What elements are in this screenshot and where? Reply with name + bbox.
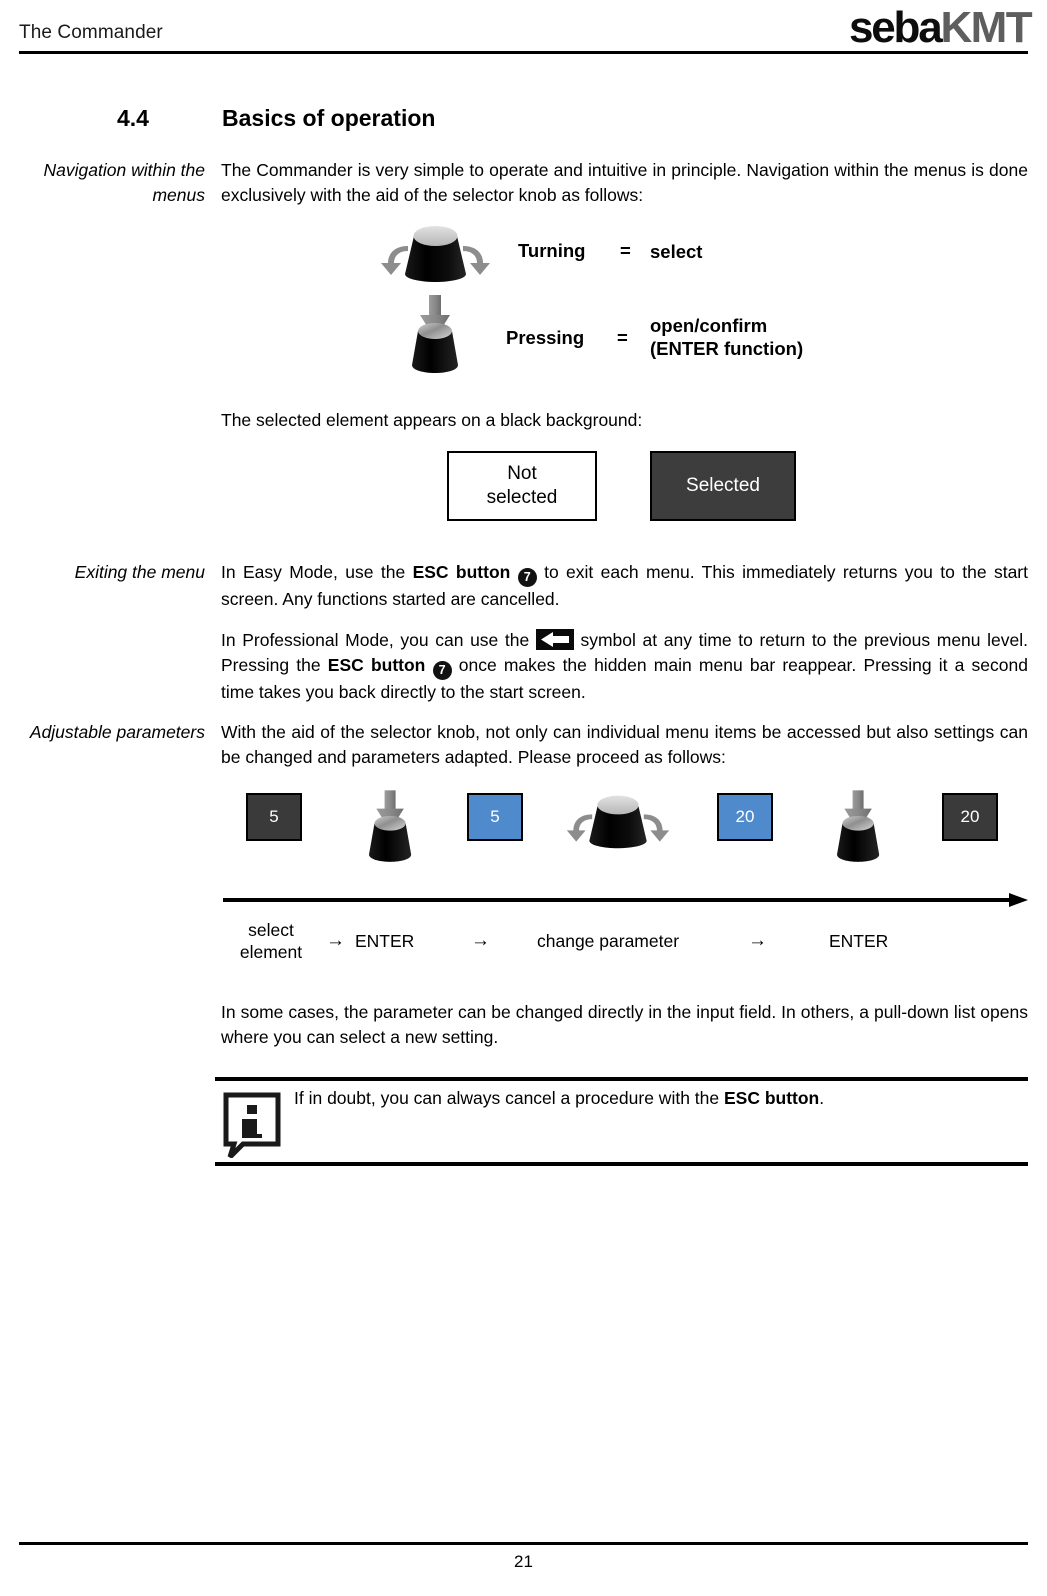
- parameters-closing-paragraph: In some cases, the parameter can be chan…: [221, 1002, 1028, 1047]
- navigation-paragraph: The Commander is very simple to operate …: [221, 160, 1028, 205]
- section-heading: 4.4 Basics of operation: [117, 105, 917, 132]
- selected-box: Selected: [650, 451, 796, 521]
- note-text-bold: ESC button: [723, 1088, 820, 1108]
- pressing-label: Pressing: [506, 327, 585, 348]
- pressing-value-line2: (ENTER function): [650, 338, 804, 359]
- flow-step-label-1: select element: [232, 919, 310, 963]
- flow-arrow-char-3: →: [748, 930, 767, 951]
- note-text: If in doubt, you can always cancel a pro…: [294, 1086, 1024, 1111]
- easy-mode-paragraph: In Easy Mode, use the ESC button 7 to ex…: [221, 560, 1028, 612]
- note-text-part1: If in doubt, you can always cancel a pro…: [294, 1088, 724, 1108]
- logo-seba-text: seba: [848, 3, 943, 52]
- margin-note-exiting: Exiting the menu: [74, 562, 205, 582]
- flow-box-1-dark: 5: [246, 793, 302, 841]
- flow-step-label-2: ENTER: [355, 931, 415, 951]
- margin-note-navigation: Navigation within the menus: [43, 160, 205, 205]
- not-selected-line1: Not: [507, 463, 537, 484]
- flow-axis-line: [223, 898, 1013, 902]
- not-selected-line2: selected: [486, 487, 558, 508]
- note-text-part2: .: [819, 1088, 825, 1108]
- turning-label: Turning: [518, 240, 586, 261]
- flow-press-knob-1: [369, 790, 412, 862]
- selection-intro-paragraph: The selected element appears on a black …: [221, 410, 643, 430]
- turning-knob-illustration: [381, 226, 490, 282]
- section-number: 4.4: [117, 105, 149, 131]
- pressing-equals-sign: =: [617, 327, 628, 348]
- flow-box-2-blue: 5: [467, 793, 523, 841]
- easy-mode-esc-bold: ESC button: [412, 562, 511, 582]
- parameters-paragraph: With the aid of the selector knob, not o…: [221, 722, 1028, 767]
- esc-key-badge-icon-2: 7: [432, 661, 452, 680]
- turning-value: select: [650, 241, 703, 262]
- not-selected-box: Not selected: [447, 451, 597, 521]
- pro-mode-esc-bold: ESC button: [327, 655, 426, 675]
- pro-mode-text-part1: In Professional Mode, you can use the: [221, 630, 536, 650]
- page-header: The Commander sebaKMT: [0, 0, 1047, 54]
- esc-key-badge-icon: 7: [517, 568, 537, 587]
- flow-arrow-char-1: →: [326, 930, 345, 951]
- section-title: Basics of operation: [222, 105, 436, 131]
- flow-press-knob-2: [837, 790, 880, 862]
- flow-step-1-line1: select: [248, 920, 294, 940]
- pressing-value: open/confirm (ENTER function): [650, 314, 803, 360]
- flow-step-label-3: change parameter: [537, 931, 680, 951]
- header-divider: [19, 51, 1028, 54]
- note-divider-bottom: [215, 1162, 1028, 1166]
- logo-kmt-text: KMT: [940, 3, 1032, 52]
- pressing-value-line1: open/confirm: [650, 315, 768, 336]
- turning-equals-sign: =: [620, 240, 631, 261]
- flow-box-3-blue: 20: [717, 793, 773, 841]
- margin-note-parameters: Adjustable parameters: [29, 722, 205, 742]
- note-divider-top: [215, 1077, 1028, 1081]
- page-header-title: The Commander: [19, 22, 163, 43]
- professional-mode-paragraph: In Professional Mode, you can use the sy…: [221, 628, 1028, 705]
- pressing-knob-illustration: [412, 295, 458, 373]
- flow-step-label-4: ENTER: [829, 931, 889, 951]
- flow-turn-knob: [566, 795, 670, 849]
- footer-divider: [19, 1542, 1028, 1545]
- company-logo: sebaKMT: [848, 3, 1033, 52]
- easy-mode-text-part1: In Easy Mode, use the: [221, 562, 413, 582]
- flow-box-4-dark: 20: [942, 793, 998, 841]
- back-arrow-icon: [535, 629, 574, 650]
- flow-axis-arrow: [223, 893, 1028, 907]
- info-icon: [223, 1092, 281, 1158]
- flow-axis-arrowhead-icon: [1009, 893, 1028, 907]
- flow-step-1-line2: element: [239, 942, 303, 962]
- flow-arrow-char-2: →: [471, 930, 490, 951]
- page-number: 21: [514, 1552, 533, 1571]
